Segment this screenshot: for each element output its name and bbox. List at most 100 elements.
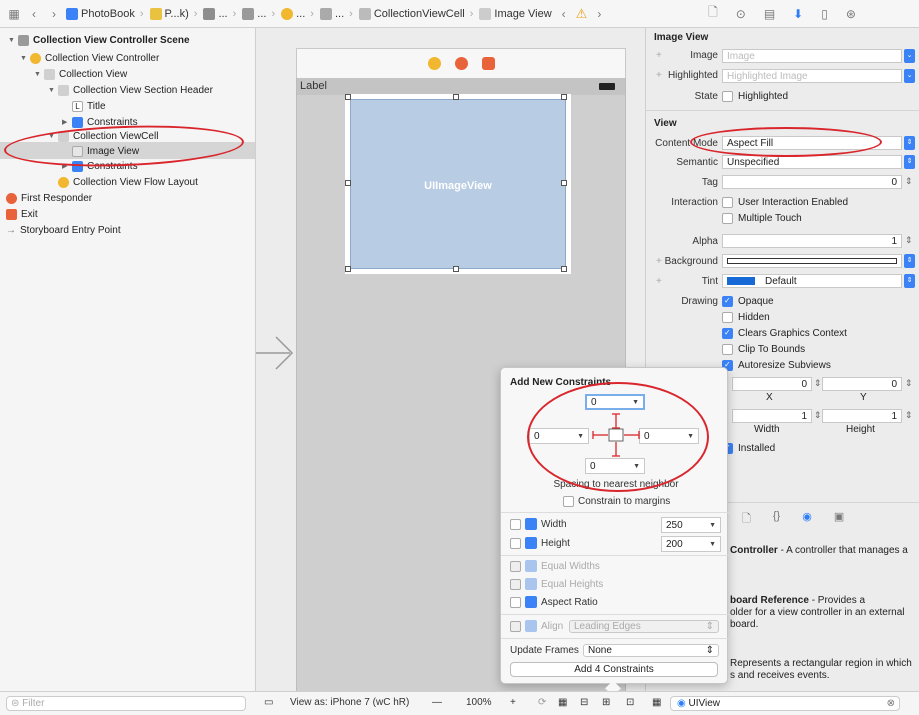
grid-icon[interactable]: ▦ [6,7,22,21]
user-interaction-checkbox[interactable] [722,197,733,208]
disclosure-open-icon[interactable]: ▼ [8,37,18,44]
outline-section-header[interactable]: ▼ Collection View Section Header [48,82,213,98]
semantic-dropdown-icon[interactable]: ⇕ [904,155,915,169]
dropdown-arrow-icon[interactable]: ▼ [709,522,716,529]
background-color-well[interactable] [722,254,902,268]
first-responder-dock-icon[interactable] [454,57,468,70]
image-view[interactable]: UIImageView [350,99,566,269]
height-stepper-icon[interactable]: ⇕ [905,410,913,421]
resize-handle-t[interactable] [453,94,459,100]
crumb-folder[interactable]: P...k) › [149,7,200,20]
size-inspector-icon[interactable]: ▯ [821,7,828,21]
resize-handle-bl[interactable] [345,266,351,272]
disclosure-closed-icon[interactable]: ▶ [62,118,72,126]
library-item-storyboard-ref[interactable]: board Reference - Provides a older for a … [730,595,916,631]
resize-handle-tl[interactable] [345,94,351,100]
crumb-file[interactable]: ... › [203,7,238,20]
x-stepper-icon[interactable]: ⇕ [814,378,822,389]
outline-first-responder[interactable]: First Responder [6,190,92,206]
equal-widths-checkbox[interactable] [510,561,521,572]
clip-bounds-checkbox[interactable] [722,344,733,355]
tint-dropdown-icon[interactable]: ⇕ [904,274,915,288]
library-item-controller[interactable]: Controller - A controller that manages a [730,544,916,557]
crumb-collection[interactable]: ... › [319,7,355,20]
library-grid-icon[interactable]: ▦ [652,697,661,708]
toggle-outline-icon[interactable]: ▭ [264,697,273,708]
align-checkbox[interactable] [510,621,521,632]
header-label[interactable]: Label [300,80,327,92]
width-checkbox[interactable] [510,519,521,530]
hidden-checkbox[interactable] [722,312,733,323]
back-icon[interactable]: ‹ [26,7,42,21]
width-stepper-icon[interactable]: ⇕ [814,410,822,421]
width-value-field[interactable]: 250 ▼ [661,517,721,533]
crumb-controller[interactable]: ... › [281,7,316,20]
resize-handle-tr[interactable] [561,94,567,100]
embed-stack-icon[interactable]: ▦ [558,697,567,708]
alpha-field[interactable]: 1 [722,234,902,248]
alpha-stepper-icon[interactable]: ⇕ [905,235,913,246]
crumb-cell[interactable]: CollectionViewCell › [358,7,476,20]
height-value-field[interactable]: 200 ▼ [661,536,721,552]
y-stepper-icon[interactable]: ⇕ [905,378,913,389]
zoom-out-button[interactable]: — [432,697,442,708]
help-inspector-icon[interactable]: ⊙ [736,7,746,21]
forward-icon[interactable]: › [46,7,62,21]
disclosure-open-icon[interactable]: ▼ [20,55,30,62]
y-field[interactable]: 0 [822,377,902,391]
code-snippet-icon[interactable]: {} [773,510,780,529]
height-field[interactable]: 1 [822,409,902,423]
update-frames-icon[interactable]: ⟳ [538,697,546,708]
add-constraints-button[interactable]: Add 4 Constraints [510,662,718,677]
background-dropdown-icon[interactable]: ⇕ [904,254,915,268]
add-variation-icon[interactable]: + [656,50,662,61]
issue-forward-icon[interactable]: › [591,7,607,21]
align-icon[interactable]: ⊟ [580,697,588,708]
resize-handle-l[interactable] [345,180,351,186]
highlighted-checkbox[interactable] [722,91,733,102]
semantic-select[interactable]: Unspecified [722,155,902,169]
warning-icon[interactable]: ⚠ [576,6,588,22]
outline-title[interactable]: L Title [62,98,106,114]
constrain-margins-checkbox[interactable] [563,496,574,507]
controller-dock-icon[interactable] [427,57,441,70]
attributes-inspector-icon[interactable]: ⬇ [793,7,803,21]
clear-filter-icon[interactable]: ⊗ [887,697,895,710]
x-field[interactable]: 0 [732,377,812,391]
dropdown-arrow-icon[interactable]: ▼ [709,541,716,548]
clears-context-checkbox[interactable] [722,328,733,339]
resize-handle-b[interactable] [453,266,459,272]
outline-exit[interactable]: Exit [6,206,38,222]
library-filter-field[interactable]: ◉ UIView ⊗ [670,696,900,711]
resolve-issues-icon[interactable]: ⊡ [626,697,634,708]
connections-inspector-icon[interactable]: ⊛ [846,7,856,21]
exit-dock-icon[interactable] [481,57,495,70]
issue-back-icon[interactable]: ‹ [556,7,572,21]
tag-stepper-icon[interactable]: ⇕ [905,176,913,187]
file-inspector-icon[interactable]: 🗋 [708,3,718,24]
outline-collection-view[interactable]: ▼ Collection View [34,66,127,82]
aspect-ratio-checkbox[interactable] [510,597,521,608]
library-item-view[interactable]: Represents a rectangular region in which… [730,658,916,682]
update-frames-select[interactable]: None ⇕ [583,644,719,657]
identity-inspector-icon[interactable]: ▤ [764,7,775,21]
disclosure-open-icon[interactable]: ▼ [34,71,44,78]
align-select[interactable]: Leading Edges ⇕ [569,620,719,633]
outline-flow-layout[interactable]: Collection View Flow Layout [48,174,198,190]
tint-select[interactable]: Default [722,274,902,288]
height-checkbox[interactable] [510,538,521,549]
object-library-icon[interactable]: ◉ [802,510,812,529]
media-library-icon[interactable]: ▣ [834,510,844,529]
add-constraints-icon[interactable]: ⊞ [602,697,610,708]
image-dropdown-icon[interactable]: ⌄ [904,49,915,63]
highlighted-field[interactable]: Highlighted Image [722,69,902,83]
disclosure-open-icon[interactable]: ▼ [48,87,58,94]
highlighted-dropdown-icon[interactable]: ⌄ [904,69,915,83]
outline-filter-field[interactable]: ⊜ Filter [6,696,246,711]
opaque-checkbox[interactable] [722,296,733,307]
equal-heights-checkbox[interactable] [510,579,521,590]
file-template-icon[interactable]: 🗋 [742,510,751,529]
resize-handle-r[interactable] [561,180,567,186]
view-as-button[interactable]: View as: iPhone 7 (wC hR) [290,697,409,708]
crumb-scene[interactable]: ... › [242,7,277,20]
